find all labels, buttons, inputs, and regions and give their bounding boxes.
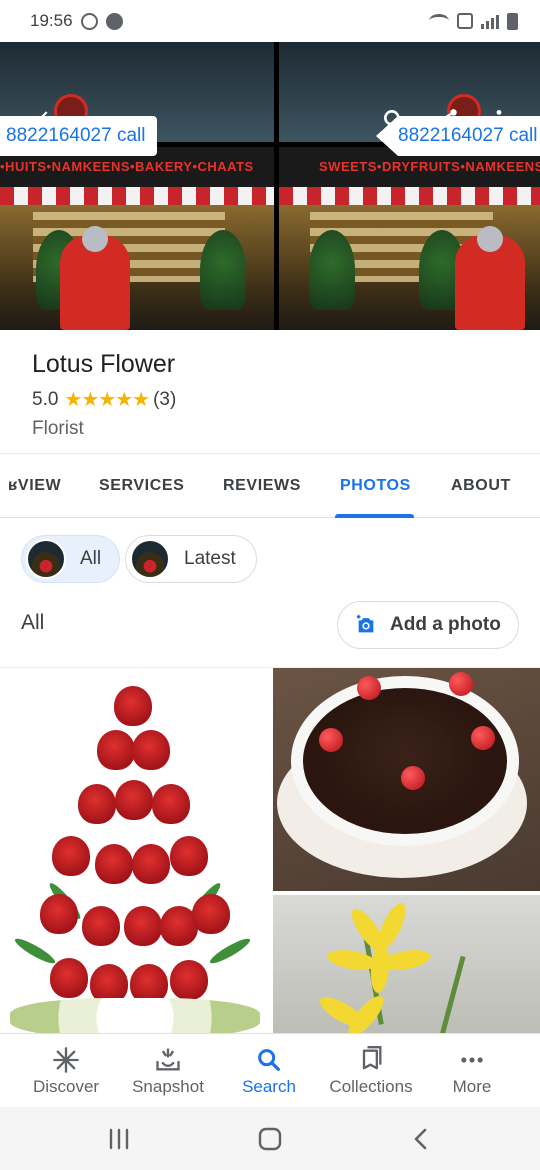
search-icon xyxy=(258,1049,280,1071)
storefront-photo-left[interactable]: •HUITS•NAMKEENS•BAKERY•CHAATS xyxy=(0,42,274,330)
status-bar: 19:56 xyxy=(0,0,540,42)
review-count: (3) xyxy=(153,388,177,410)
chip-label: Latest xyxy=(184,548,236,569)
whatsapp-icon xyxy=(80,12,98,30)
wifi-call-icon xyxy=(457,13,473,29)
system-back-icon[interactable] xyxy=(406,1125,436,1153)
tab-overview[interactable]: ʁVIEW xyxy=(8,455,61,518)
chip-label: All xyxy=(80,548,102,569)
nav-label: Search xyxy=(242,1077,296,1096)
snapshot-icon xyxy=(156,1048,180,1071)
photo-cake[interactable] xyxy=(273,668,540,891)
add-photo-camera-icon xyxy=(356,614,374,633)
add-photo-button[interactable]: Add a photo xyxy=(337,601,519,649)
battery-icon xyxy=(507,12,518,30)
chip-thumbnail xyxy=(130,539,170,579)
nav-search[interactable]: Search xyxy=(218,1034,320,1108)
tab-about[interactable]: ABOUT xyxy=(451,455,511,518)
wifi-icon xyxy=(429,14,449,28)
section-title: All xyxy=(21,611,45,634)
system-navigation-bar xyxy=(0,1107,540,1170)
rating-value: 5.0 xyxy=(32,388,59,410)
place-name: Lotus Flower xyxy=(32,350,176,378)
tab-photos[interactable]: PHOTOS xyxy=(340,455,411,518)
call-chip-right[interactable]: 8822164027 call xyxy=(375,116,540,156)
nav-label: Snapshot xyxy=(132,1077,204,1096)
star-rating-icon: ★★★★★ xyxy=(64,389,150,411)
asterisk-icon xyxy=(53,1047,79,1073)
photo-grid xyxy=(0,667,540,1033)
collections-icon xyxy=(362,1046,382,1070)
recent-apps-icon[interactable] xyxy=(104,1125,134,1153)
active-tab-indicator xyxy=(335,514,414,518)
add-photo-label: Add a photo xyxy=(390,614,501,635)
filter-chip-latest[interactable]: Latest xyxy=(125,535,257,583)
bottom-navigation: Discover Snapshot Search Collections Mor… xyxy=(0,1033,540,1107)
nav-collections[interactable]: Collections xyxy=(320,1034,422,1108)
nav-label: More xyxy=(452,1077,492,1096)
nav-snapshot[interactable]: Snapshot xyxy=(117,1034,219,1108)
nav-more[interactable]: More xyxy=(421,1034,523,1108)
more-horiz-icon xyxy=(461,1057,483,1063)
rating-row[interactable]: 5.0 ★★★★★ (3) xyxy=(32,387,508,412)
chip-thumbnail xyxy=(26,539,66,579)
photo-roses[interactable] xyxy=(0,668,269,1033)
header-photo-carousel[interactable]: •HUITS•NAMKEENS•BAKERY•CHAATS SWEETS•DRY… xyxy=(0,42,540,330)
tab-bar: ʁVIEW SERVICES REVIEWS PHOTOS ABOUT xyxy=(0,455,540,518)
nav-label: Collections xyxy=(329,1077,413,1096)
photo-lilies[interactable] xyxy=(273,895,540,1033)
filter-chip-all[interactable]: All xyxy=(21,535,120,583)
call-chip-left[interactable]: 8822164027 call xyxy=(0,116,158,156)
nav-discover[interactable]: Discover xyxy=(15,1034,117,1108)
nav-label: Discover xyxy=(32,1077,100,1096)
status-time: 19:56 xyxy=(30,11,73,30)
signal-icon xyxy=(481,13,499,29)
storefront-photo-right[interactable]: SWEETS•DRYFRUITS•NAMKEENS•BAK xyxy=(279,42,540,330)
home-icon[interactable] xyxy=(255,1125,285,1153)
tab-reviews[interactable]: REVIEWS xyxy=(223,455,301,518)
place-category: Florist xyxy=(32,418,84,439)
tab-services[interactable]: SERVICES xyxy=(99,455,184,518)
facebook-icon xyxy=(105,12,123,30)
place-info: Lotus Flower 5.0 ★★★★★ (3) Florist xyxy=(0,330,540,454)
